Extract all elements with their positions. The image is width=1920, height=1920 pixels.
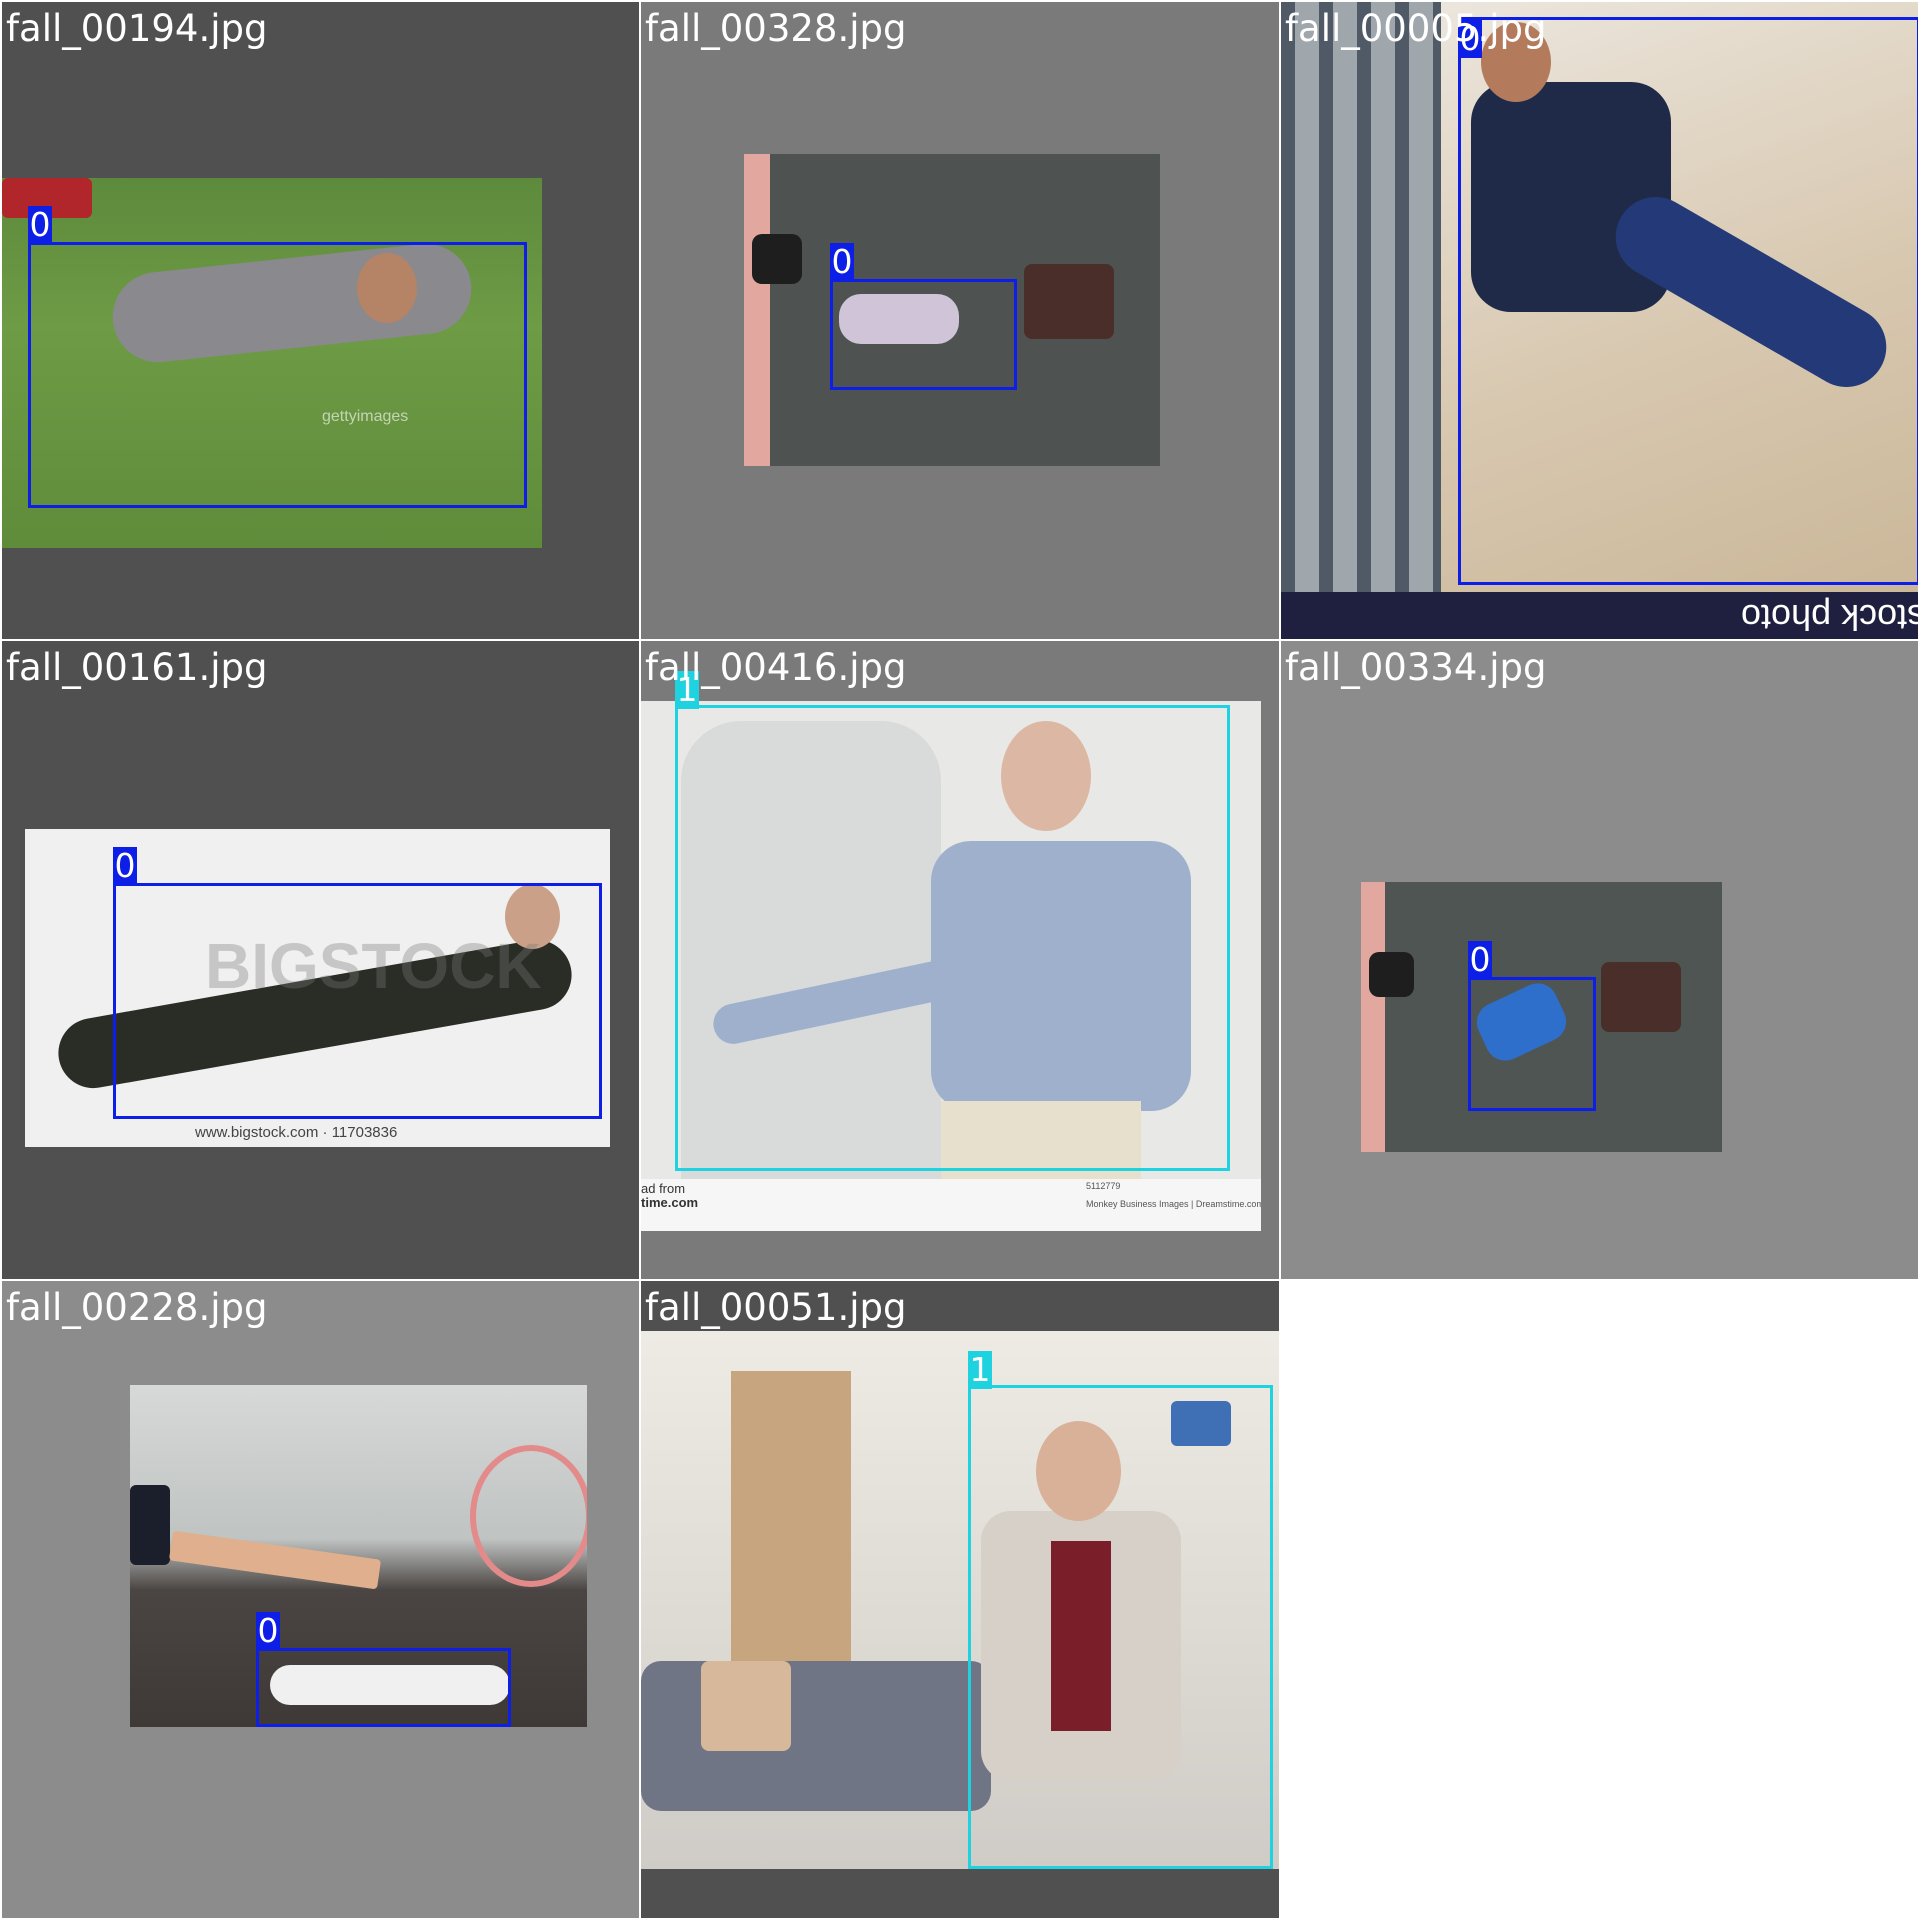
chair (1024, 264, 1114, 339)
detection-box (1468, 977, 1596, 1111)
detection-box (830, 279, 1017, 390)
tile-filename: fall_00051.jpg (645, 1286, 907, 1329)
tile-filename: fall_00334.jpg (1285, 646, 1547, 689)
image-tile: fall_00161.jpg BIGSTOCK www.bigstock.com… (0, 639, 641, 1281)
detection-box (113, 883, 602, 1119)
caption-left: ad from (641, 1181, 686, 1196)
letter-b (130, 1485, 170, 1565)
caption-right-1: 5112779 (1086, 1181, 1121, 1191)
watermark: stock photo (1741, 597, 1920, 638)
image-tile: fall_00051.jpg 1 (639, 1279, 1281, 1920)
cabinet (744, 154, 770, 466)
detection-box (968, 1385, 1273, 1869)
sofa (641, 1661, 991, 1811)
detection-label: 0 (830, 242, 854, 281)
detection-box (675, 705, 1230, 1171)
detection-label: 0 (28, 205, 52, 244)
detection-label: 0 (113, 846, 137, 885)
chair-base (752, 234, 802, 284)
pillow (701, 1661, 791, 1751)
detection-box (28, 242, 527, 508)
detection-label: 0 (256, 1611, 280, 1650)
detection-box (1458, 17, 1918, 585)
image-tile: fall_00194.jpg gettyimages 0 (0, 0, 641, 641)
caption: www.bigstock.com · 11703836 (195, 1124, 398, 1141)
chair-base (1369, 952, 1414, 997)
detection-label: 1 (968, 1350, 992, 1389)
chair (1601, 962, 1681, 1032)
caption-left-2: time.com (641, 1195, 699, 1210)
tile-filename: fall_00161.jpg (6, 646, 268, 689)
image-tile: ad from time.com 5112779 Monkey Business… (639, 639, 1281, 1281)
cabinet (1361, 882, 1385, 1152)
image-tile: fall_00334.jpg 0 (1279, 639, 1920, 1281)
image-tile: fall_00328.jpg 0 (639, 0, 1281, 641)
image-mosaic: fall_00194.jpg gettyimages 0 fall_00328.… (0, 0, 1920, 1920)
caption-right-2: Monkey Business Images | Dreamstime.com (1086, 1199, 1261, 1209)
railing (1281, 2, 1441, 592)
tile-filename: fall_00228.jpg (6, 1286, 268, 1329)
image-tile: stock photo fall_00005.jpg 0 (1279, 0, 1920, 641)
tile-filename: fall_00416.jpg (645, 646, 907, 689)
tile-filename: fall_00005.jpg (1285, 7, 1547, 50)
detection-label: 0 (1468, 940, 1492, 979)
bookshelf (731, 1371, 851, 1661)
tile-filename: fall_00194.jpg (6, 7, 268, 50)
image-tile: fall_00228.jpg 0 (0, 1279, 641, 1920)
detection-box (256, 1648, 511, 1727)
bench (168, 1530, 382, 1590)
tile-filename: fall_00328.jpg (645, 7, 907, 50)
art-swirl (470, 1445, 587, 1587)
